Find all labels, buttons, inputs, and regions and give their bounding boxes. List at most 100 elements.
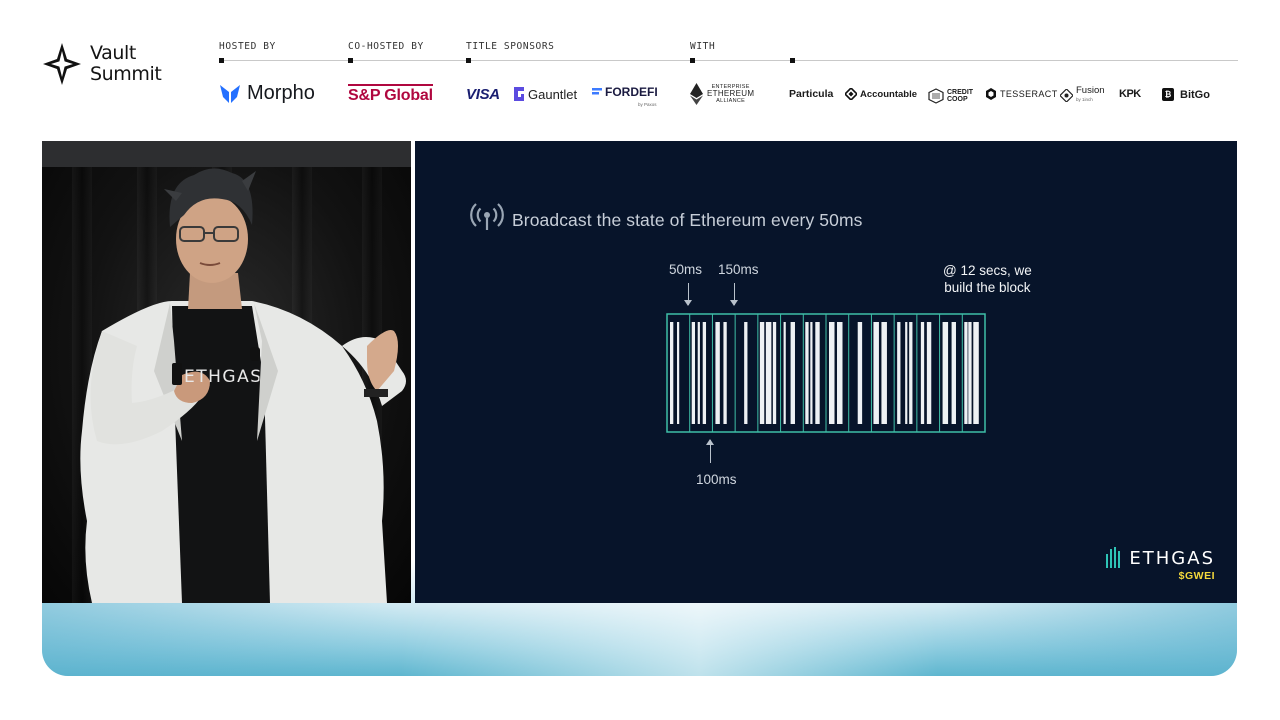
- sponsor-morpho: Morpho: [219, 82, 315, 105]
- broadcast-bar: [881, 322, 887, 424]
- broadcast-bar: [829, 322, 835, 424]
- vault-summit-star-icon: [43, 43, 81, 85]
- accountable-icon: [845, 88, 857, 100]
- divider-marker: [466, 58, 471, 63]
- hosted-by-label: HOSTED BY: [219, 41, 276, 52]
- sponsor-gauntlet-name: Gauntlet: [528, 86, 578, 102]
- fusion-text: Fusion by 1inch: [1076, 86, 1105, 104]
- eea-line2: ETHEREUM: [707, 89, 755, 98]
- broadcast-bar: [805, 322, 809, 424]
- broadcast-bar: [772, 322, 777, 424]
- sponsor-bitgo: ₿ BitGo: [1162, 88, 1210, 101]
- broadcast-bar: [964, 322, 968, 424]
- block-timeline: [666, 313, 986, 433]
- sponsor-fusion: Fusion by 1inch: [1060, 86, 1105, 104]
- broadcast-bar: [744, 322, 748, 424]
- sponsor-bitgo-name: BitGo: [1180, 88, 1210, 101]
- bitgo-icon: ₿: [1162, 88, 1174, 101]
- credit-coop-icon: [928, 88, 944, 104]
- sponsor-fusion-name: Fusion: [1076, 85, 1105, 96]
- tesseract-icon: [986, 88, 996, 100]
- broadcast-bar: [697, 322, 700, 424]
- label-150ms: 150ms: [718, 262, 759, 277]
- broadcast-bar: [873, 322, 879, 424]
- sponsor-sp-global: S&P Global: [348, 84, 433, 105]
- speaker-video: ETHGAS: [42, 141, 411, 603]
- broadcast-bar: [815, 322, 820, 424]
- sponsor-credit-coop: CREDIT COOP: [928, 88, 973, 104]
- eea-text: ENTERPRISE ETHEREUM ALLIANCE: [707, 84, 754, 104]
- vault-summit-logo: Vault Summit: [42, 42, 162, 86]
- sponsor-divider-line: [219, 60, 1238, 61]
- ethereum-diamond-icon: [690, 83, 703, 105]
- label-50ms: 50ms: [669, 262, 703, 277]
- broadcast-bar: [723, 322, 727, 424]
- broadcast-bar: [677, 322, 680, 424]
- credit-coop-line2: COOP: [947, 96, 968, 103]
- sponsor-tesseract: TESSERACT: [985, 88, 1058, 100]
- ethgas-flame-icon: [1106, 547, 1121, 568]
- broadcast-bar: [702, 322, 707, 424]
- sponsor-fordefi-name: FORDEFI: [605, 85, 658, 99]
- divider-marker: [690, 58, 695, 63]
- ethgas-ticker: $GWEI: [1178, 570, 1215, 582]
- broadcast-bar: [783, 322, 786, 424]
- divider-marker: [219, 58, 224, 63]
- broadcast-bar: [670, 322, 674, 424]
- broadcast-bar: [897, 322, 901, 424]
- shirt-text: ETHGAS: [184, 367, 263, 387]
- broadcast-bar: [715, 322, 720, 424]
- sponsor-fordefi: FORDEFI by Paxos: [592, 85, 658, 107]
- divider-marker: [790, 58, 795, 63]
- broadcast-bar: [905, 322, 908, 424]
- sponsor-accountable-name: Accountable: [860, 88, 918, 100]
- broadcast-bar: [942, 322, 949, 424]
- sponsor-tesseract-name: TESSERACT: [1000, 89, 1058, 99]
- sponsor-visa: VISA: [466, 86, 500, 103]
- fordefi-icon: [592, 87, 602, 94]
- morpho-butterfly-icon: [220, 84, 240, 103]
- slide-title-text: Broadcast the state of Ethereum every 50…: [512, 210, 863, 230]
- broadcast-bar: [909, 322, 913, 424]
- broadcast-bar: [973, 322, 979, 424]
- with-label: WITH: [690, 41, 716, 52]
- label-build-block: @ 12 secs, we build the block: [943, 262, 1032, 296]
- broadcast-bar: [810, 322, 813, 424]
- label-build-block-line2: build the block: [944, 280, 1031, 295]
- title-sponsors-label: TITLE SPONSORS: [466, 41, 555, 52]
- label-100ms: 100ms: [696, 472, 737, 487]
- brand-name-line1: Vault: [90, 42, 136, 64]
- co-hosted-by-label: CO-HOSTED BY: [348, 41, 424, 52]
- arrow-150ms: [730, 283, 738, 306]
- broadcast-bar: [759, 322, 765, 424]
- arrow-50ms: [684, 283, 692, 306]
- broadcast-bar: [968, 322, 972, 424]
- ethgas-logo: ETHGAS: [1105, 547, 1215, 569]
- ethgas-brand: ETHGAS $GWEI: [1105, 547, 1215, 582]
- sponsor-fordefi-row: FORDEFI: [592, 85, 658, 99]
- label-build-block-line1: @ 12 secs, we: [943, 263, 1032, 278]
- slide-title: Broadcast the state of Ethereum every 50…: [470, 203, 863, 231]
- brand-name-line2: Summit: [90, 63, 162, 85]
- sponsor-fordefi-sub: by Paxos: [638, 102, 657, 107]
- broadcast-bar: [857, 322, 863, 424]
- fusion-icon: [1060, 88, 1073, 102]
- broadcast-bar: [920, 322, 925, 424]
- broadcast-icon: [470, 203, 504, 230]
- divider-marker: [348, 58, 353, 63]
- sponsor-particula: Particula: [789, 88, 834, 100]
- ethgas-name: ETHGAS: [1129, 547, 1215, 569]
- eea-line3: ALLIANCE: [716, 98, 746, 104]
- sponsor-fusion-sub: by 1inch: [1076, 97, 1093, 102]
- sponsor-accountable: Accountable: [845, 88, 917, 100]
- gauntlet-icon: [514, 87, 524, 101]
- sponsor-morpho-name: Morpho: [247, 82, 315, 104]
- broadcast-bar: [691, 322, 696, 424]
- brand-name: Vault Summit: [90, 42, 162, 85]
- credit-coop-text: CREDIT COOP: [947, 89, 973, 103]
- arrow-100ms: [706, 439, 714, 463]
- broadcast-bar: [837, 322, 843, 424]
- sponsor-eea: ENTERPRISE ETHEREUM ALLIANCE: [690, 83, 754, 105]
- broadcast-bar: [765, 322, 772, 424]
- broadcast-bar: [790, 322, 795, 424]
